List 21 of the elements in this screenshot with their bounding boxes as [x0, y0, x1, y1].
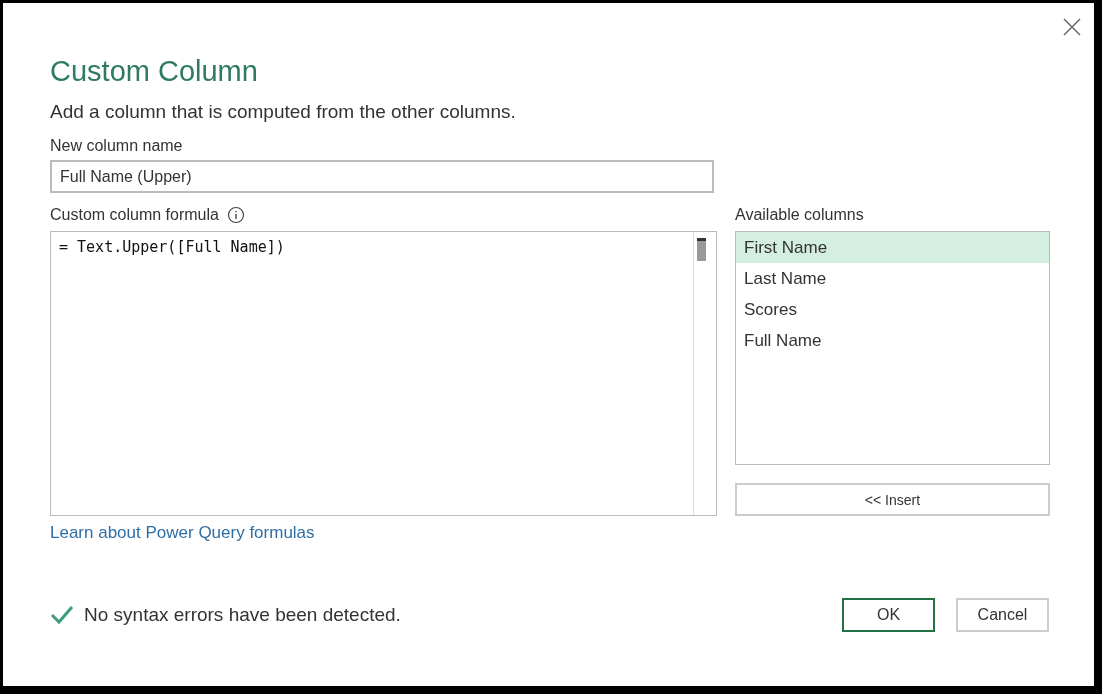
column-item[interactable]: First Name [736, 232, 1049, 263]
cancel-button[interactable]: Cancel [956, 598, 1049, 632]
info-icon[interactable] [226, 206, 245, 224]
list-label: Available columns [735, 205, 864, 225]
status-message: No syntax errors have been detected. [84, 604, 402, 626]
column-name-field[interactable]: Full Name (Upper) [50, 160, 714, 193]
formula-editor[interactable]: = Text.Upper([Full Name]) [50, 231, 717, 516]
field-label: Custom column formula [50, 205, 219, 225]
column-item[interactable]: Scores [736, 294, 1049, 325]
insert-button[interactable]: << Insert [735, 483, 1050, 516]
close-icon [1062, 17, 1082, 37]
column-item[interactable]: Full Name [736, 325, 1049, 356]
checkmark-icon [50, 605, 74, 625]
ok-button[interactable]: OK [842, 598, 935, 632]
close-button[interactable] [1062, 17, 1082, 37]
dialog-title: Custom Column [50, 54, 259, 89]
dialog-description: Add a column that is computed from the other columns. [50, 100, 517, 124]
formula-text: = Text.Upper([Full Name]) [58, 237, 286, 258]
learn-link[interactable]: Learn about Power Query formulas [50, 523, 315, 543]
field-label: New column name [50, 136, 183, 156]
column-item[interactable]: Last Name [736, 263, 1049, 294]
